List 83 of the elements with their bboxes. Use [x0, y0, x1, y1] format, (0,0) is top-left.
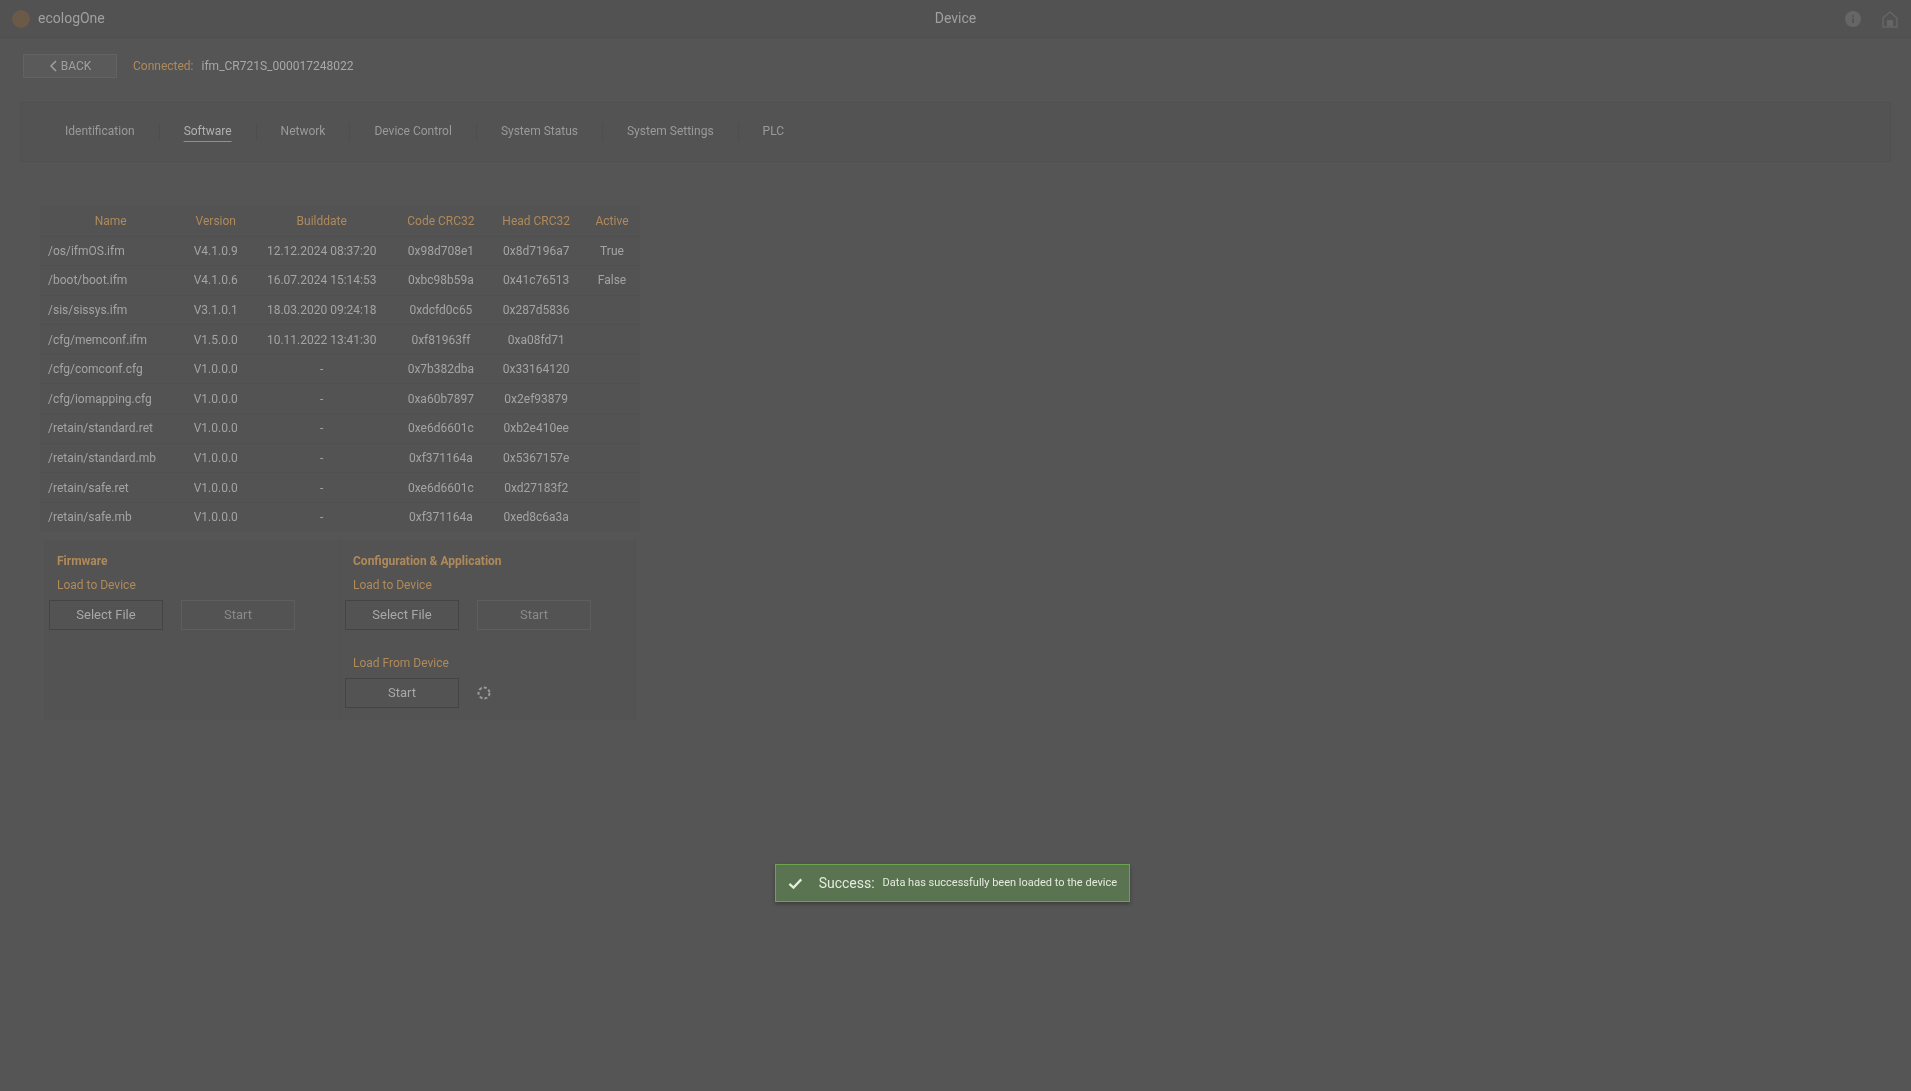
table-cell-text: /retain/safe.mb [47, 509, 133, 527]
section-heading: Load to Device [353, 576, 433, 594]
tab[interactable]: PLC [738, 122, 809, 142]
device-name: ifm_CR721S_000017248022 [201, 58, 354, 75]
section-heading: Load to Device [57, 576, 137, 594]
table-cell-text: V1.0.0.0 [192, 361, 239, 379]
table-cell-text: V1.0.0.0 [192, 509, 239, 527]
table-cell-text: 10.11.2022 13:41:30 [265, 331, 378, 349]
table-cell-text: /retain/standard.ret [47, 420, 154, 438]
column-header: Head CRC32 [501, 212, 572, 230]
table-cell-text: - [319, 420, 325, 438]
chevron-left-icon [48, 60, 57, 72]
table-cell-text: 0x7b382dba [406, 361, 476, 379]
table-cell-text: 0xf371164a [407, 449, 474, 467]
tab[interactable]: System Status [476, 122, 602, 142]
action-button[interactable]: Start [345, 677, 459, 708]
table-cell-text: 12.12.2024 08:37:20 [265, 242, 378, 260]
column-header: Version [194, 212, 237, 230]
table-cell-text: 0xe6d6601c [407, 420, 475, 438]
table-cell-text: /sis/sissys.ifm [47, 302, 129, 319]
table-cell-text: 0xa08fd71 [506, 331, 566, 349]
table-cell-text: 0xa60b7897 [406, 390, 476, 408]
table-cell-text: V1.0.0.0 [192, 420, 239, 438]
table-cell-text: True [599, 242, 625, 260]
table-cell-text: - [319, 361, 325, 379]
table-cell-text: 0x2ef93879 [503, 390, 570, 408]
toast-title: Success: [818, 873, 875, 893]
table-cell-text: 0xdcfd0c65 [408, 302, 474, 319]
table-cell-text: - [319, 479, 325, 497]
table-cell-text: 0xed8c6a3a [502, 509, 570, 527]
table-cell-text: 18.03.2020 09:24:18 [265, 302, 378, 319]
connection-label: Connected: [133, 58, 194, 75]
table-cell-text: 0xb2e410ee [502, 420, 570, 438]
table-cell-text: 0x5367157e [502, 449, 571, 467]
table-cell-text: - [319, 449, 325, 467]
tab[interactable]: Identification [41, 122, 159, 142]
app-logo-icon [12, 9, 30, 28]
checkmark-icon [788, 876, 803, 890]
table-cell-text: 0x8d7196a7 [501, 242, 571, 260]
table-cell-text: /cfg/iomapping.cfg [47, 390, 153, 408]
panel-title: Configuration & Application [353, 552, 503, 570]
table-cell-text: /retain/standard.mb [47, 449, 157, 467]
back-button[interactable]: BACK [23, 54, 117, 78]
table-cell-text: 0x287d5836 [501, 302, 571, 319]
tab[interactable]: Device Control [350, 122, 476, 142]
table-cell-text: - [319, 509, 325, 527]
column-header: Code CRC32 [406, 212, 476, 230]
table-cell-text: - [319, 390, 325, 408]
table-cell-text: V1.0.0.0 [192, 479, 239, 497]
table-cell-text: V1.5.0.0 [192, 331, 239, 349]
table-cell-text: 0xf81963ff [410, 331, 472, 349]
table-cell-text: V3.1.0.1 [192, 302, 239, 319]
column-header: Name [93, 212, 128, 230]
tab[interactable]: Network [256, 122, 350, 142]
table-cell-text: V4.1.0.6 [192, 272, 239, 290]
table-cell-text: 0xf371164a [407, 509, 474, 527]
table-cell-text: /os/ifmOS.ifm [47, 242, 126, 260]
action-button[interactable]: Select File [49, 599, 163, 630]
section-heading: Load From Device [353, 654, 450, 672]
panel-title: Firmware [57, 552, 109, 570]
table-cell-text: 0xe6d6601c [407, 479, 475, 497]
table-cell-text: V4.1.0.9 [192, 242, 239, 260]
table-cell-text: /cfg/comconf.cfg [47, 361, 144, 379]
table-cell-text: V1.0.0.0 [192, 390, 239, 408]
app-name: ecologOne [38, 9, 105, 28]
table-cell-text: 0x33164120 [501, 361, 571, 379]
tab[interactable]: Software [159, 122, 256, 142]
window-title: Device [934, 9, 977, 28]
table-cell-text: 0x41c76513 [502, 272, 571, 290]
table-cell-text: False [596, 272, 628, 290]
table-cell-text: 0xd27183f2 [503, 479, 570, 497]
table-cell-text: 0xbc98b59a [406, 272, 475, 290]
table-cell-text: /retain/safe.ret [47, 479, 130, 497]
table-cell-text: /cfg/memconf.ifm [47, 331, 149, 349]
table-cell-text: 16.07.2024 15:14:53 [265, 272, 378, 290]
action-button[interactable]: Select File [345, 599, 459, 630]
tab[interactable]: System Settings [603, 122, 738, 142]
table-cell-text: 0x98d708e1 [406, 242, 476, 260]
column-header: Active [594, 212, 630, 230]
table-cell-text: /boot/boot.ifm [47, 272, 129, 290]
column-header: Builddate [295, 212, 348, 230]
toast-message: Data has successfully been loaded to the device [882, 874, 1117, 891]
table-cell-text: V1.0.0.0 [192, 449, 239, 467]
